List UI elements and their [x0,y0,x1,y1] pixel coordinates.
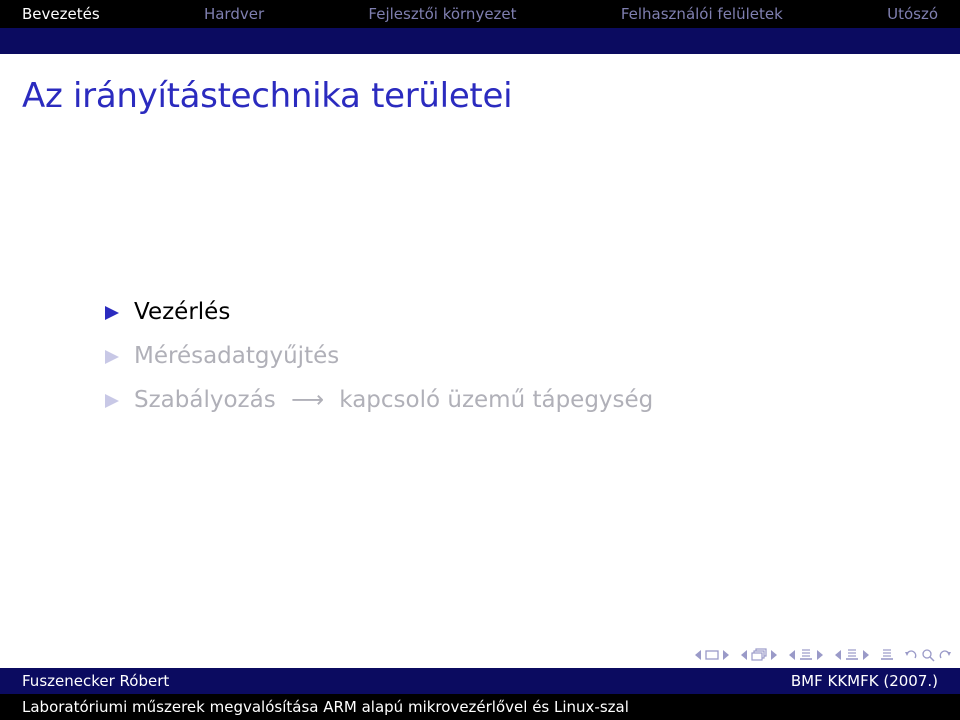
nav-section-fejlesztoi-kornyezet[interactable]: Fejlesztői környezet [368,5,516,23]
navigation-symbols [694,645,952,665]
nav-section-utoszo[interactable]: Utószó [887,5,938,23]
frame-nav-group[interactable] [694,649,730,661]
subsection-bar [0,28,960,54]
nav-left-arrow-icon[interactable] [788,649,796,661]
nav-back-icon[interactable] [904,648,918,662]
list-item: Mérésadatgyűjtés [104,337,653,381]
nav-section-bevezetes[interactable]: Bevezetés [22,5,100,23]
bullet-triangle-icon [105,394,119,408]
footer-title-bar: Laboratóriumi műszerek megvalósítása ARM… [0,694,960,720]
footer-author-bar: Fuszenecker Róbert BMF KKMFK (2007.) [0,668,960,694]
nav-right-arrow-icon[interactable] [862,649,870,661]
nav-section-felhasznaloi-feluletek[interactable]: Felhasználói felületek [621,5,783,23]
section-navigation-bar: Bevezetés Hardver Fejlesztői környezet F… [0,0,960,28]
presentation-nav-group[interactable] [834,648,870,662]
bullet-triangle-icon [105,306,119,320]
list-item: Vezérlés [104,293,653,337]
bullet-list: Vezérlés Mérésadatgyűjtés Szabályozás ⟶ … [104,293,653,425]
nav-subsection-icon[interactable] [751,648,767,662]
list-item: Szabályozás ⟶ kapcsoló üzemű tápegység [104,381,653,425]
frame-title: Az irányítástechnika területei [22,76,513,116]
bullet-text: Vezérlés [134,299,231,325]
long-right-arrow: ⟶ [291,387,324,413]
bullet-triangle-icon [105,350,119,364]
nav-frame-icon[interactable] [705,649,719,661]
nav-forward-icon[interactable] [938,648,952,662]
bullet-text-before-arrow: Szabályozás [134,387,276,413]
footer-institute: BMF KKMFK (2007.) [790,672,938,690]
nav-right-arrow-icon[interactable] [816,649,824,661]
footer-author: Fuszenecker Róbert [22,672,170,690]
nav-right-arrow-icon[interactable] [770,649,778,661]
nav-section-icon[interactable] [880,648,894,662]
footer-talk-title: Laboratóriumi műszerek megvalósítása ARM… [22,698,629,716]
section-nav-group[interactable] [788,648,824,662]
nav-left-arrow-icon[interactable] [740,649,748,661]
nav-search-icon[interactable] [921,648,935,662]
nav-right-arrow-icon[interactable] [722,649,730,661]
nav-left-arrow-icon[interactable] [834,649,842,661]
bullet-text: Mérésadatgyűjtés [134,343,340,369]
nav-presentation-icon[interactable] [845,648,859,662]
nav-left-arrow-icon[interactable] [694,649,702,661]
nav-section-icon[interactable] [799,648,813,662]
subsection-nav-group[interactable] [740,648,778,662]
bullet-text-after-arrow: kapcsoló üzemű tápegység [339,387,654,413]
nav-section-hardver[interactable]: Hardver [204,5,264,23]
outline-nav-group[interactable] [880,648,894,662]
search-nav-group[interactable] [904,648,952,662]
